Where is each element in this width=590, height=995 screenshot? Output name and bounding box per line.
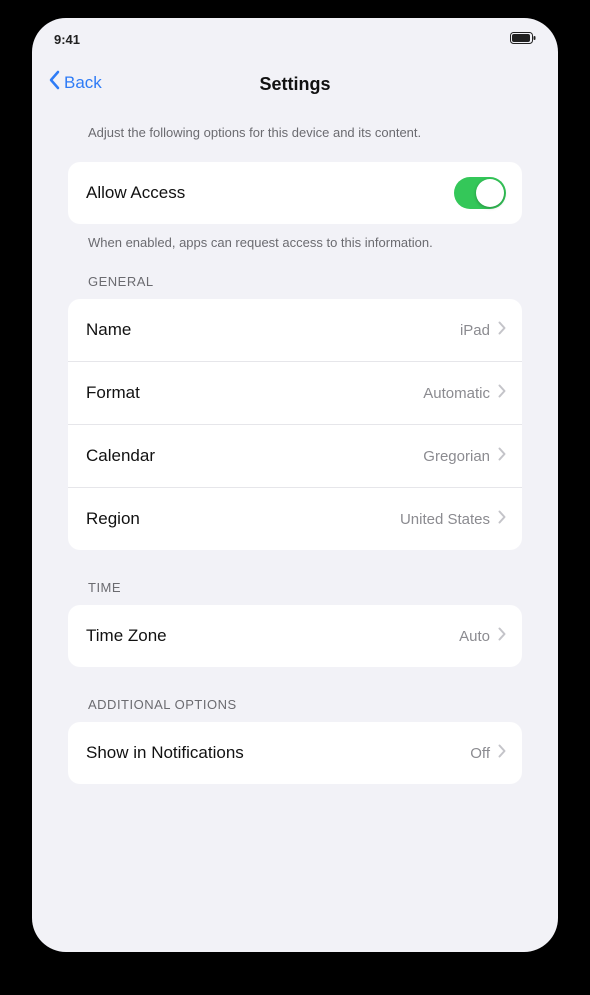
main-footnote: When enabled, apps can request access to… (88, 235, 433, 250)
row-value: Gregorian (423, 447, 490, 465)
battery-icon (510, 31, 536, 47)
main-toggle-label: Allow Access (86, 183, 186, 202)
back-label: Back (64, 72, 102, 92)
row-label: Region (86, 509, 140, 528)
row-label: Name (86, 320, 132, 339)
main-toggle-row: Allow Access (68, 162, 522, 224)
row-right: iPad (460, 321, 506, 340)
row-right: Auto (459, 627, 506, 646)
navigation-bar: Back Settings (32, 60, 558, 108)
back-button[interactable]: Back (48, 70, 102, 95)
row-right: Off (470, 744, 506, 763)
settings-content: Adjust the following options for this de… (32, 108, 558, 784)
row-value: Automatic (423, 384, 490, 402)
row-right: United States (400, 510, 506, 529)
toggle-knob (476, 179, 504, 207)
row-right: Automatic (423, 384, 506, 403)
general-row-format[interactable]: Format Automatic (68, 362, 522, 425)
row-value: Auto (459, 627, 490, 645)
status-bar: 9:41 (32, 18, 558, 60)
section-header-time: TIME (88, 580, 122, 595)
row-value: iPad (459, 321, 490, 339)
time-row-timezone[interactable]: Time Zone Auto (68, 605, 522, 667)
chevron-right-icon (498, 510, 506, 529)
chevron-right-icon (498, 627, 506, 646)
chevron-right-icon (498, 744, 506, 763)
page-title: Settings (259, 73, 331, 94)
status-time: 9:41 (54, 31, 81, 47)
device-screen: 9:41 Back Settings Adjust the following … (32, 18, 558, 952)
row-label: Show in Notifications (86, 743, 244, 762)
row-value: Off (470, 744, 490, 762)
chevron-right-icon (498, 447, 506, 466)
section-header-additional: ADDITIONAL OPTIONS (88, 697, 237, 712)
row-label: Calendar (86, 446, 155, 465)
main-toggle-group: Allow Access (68, 162, 522, 224)
intro-text: Adjust the following options for this de… (88, 125, 422, 140)
additional-group: Show in Notifications Off (68, 722, 522, 784)
general-group: Name iPad Format Automatic Calendar Greg… (68, 299, 522, 550)
time-group: Time Zone Auto (68, 605, 522, 667)
chevron-right-icon (498, 321, 506, 340)
row-label: Format (86, 383, 140, 402)
row-right: Gregorian (423, 447, 506, 466)
main-toggle-switch[interactable] (454, 177, 506, 209)
chevron-left-icon (48, 70, 60, 95)
general-row-region[interactable]: Region United States (68, 488, 522, 550)
row-label: Time Zone (86, 626, 167, 645)
general-row-name[interactable]: Name iPad (68, 299, 522, 362)
additional-row-notifications[interactable]: Show in Notifications Off (68, 722, 522, 784)
chevron-right-icon (498, 384, 506, 403)
general-row-calendar[interactable]: Calendar Gregorian (68, 425, 522, 488)
row-value: United States (399, 510, 490, 528)
section-header-general: GENERAL (88, 274, 154, 289)
